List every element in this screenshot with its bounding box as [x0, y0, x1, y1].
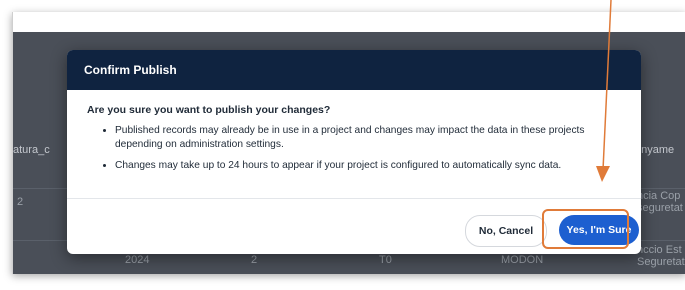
dialog-bullet-list: Published records may already be in use … — [87, 124, 621, 173]
dialog-body: Are you sure you want to publish your ch… — [67, 90, 641, 173]
dialog-title: Confirm Publish — [84, 63, 177, 77]
dialog-bullet: Changes may take up to 24 hours to appea… — [115, 159, 621, 173]
dialog-bullet: Published records may already be in use … — [115, 124, 621, 152]
dialog-divider — [67, 198, 641, 199]
dialog-header: Confirm Publish — [67, 50, 641, 90]
table-cell-code: T0 — [379, 254, 392, 266]
annotation-highlight-box — [542, 209, 629, 249]
table-cell-right-2: seguretat — [637, 202, 683, 214]
table-cell-right-1: ncia Cop — [637, 190, 681, 202]
table-cell-right-3: nccio Est — [637, 244, 682, 256]
cancel-button[interactable]: No, Cancel — [465, 215, 547, 247]
table-cell-num: 2 — [251, 254, 258, 266]
table-cell-right-4: Seguretat — [637, 256, 685, 268]
table-header-left: atura_c — [13, 144, 50, 156]
dialog-question: Are you sure you want to publish your ch… — [87, 104, 331, 116]
top-bar — [13, 12, 685, 32]
table-cell-status: MODON — [501, 254, 544, 266]
table-cell-left: 2 — [17, 196, 24, 208]
table-cell-year: 2024 — [125, 254, 150, 266]
